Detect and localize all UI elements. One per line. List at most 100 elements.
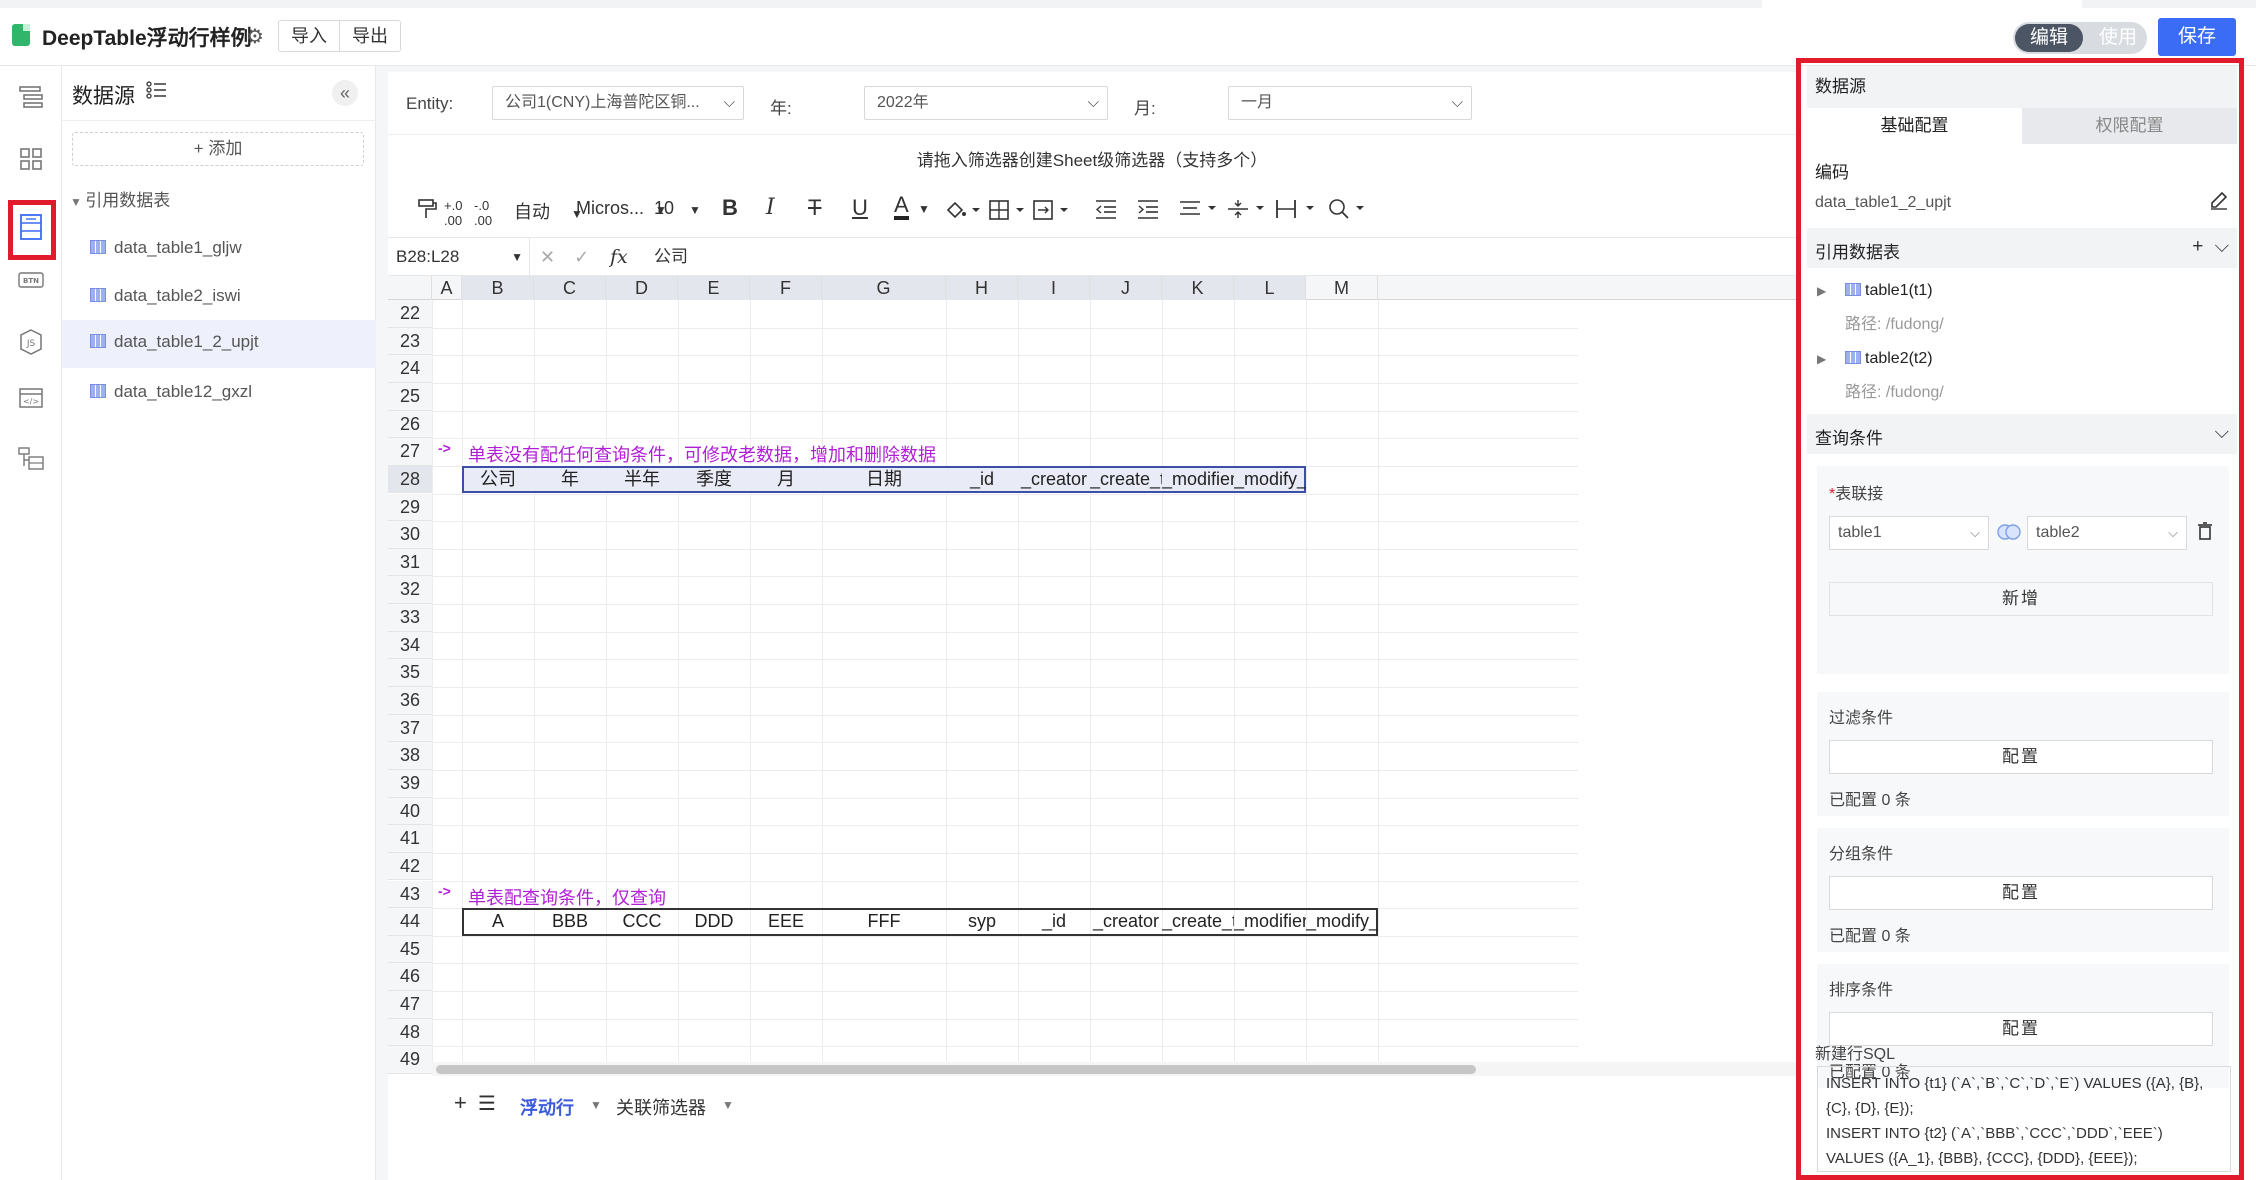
sheet-tab-linked-filter[interactable]: 关联筛选器	[616, 1094, 706, 1120]
formula-input[interactable]: 公司	[654, 238, 688, 276]
column-header[interactable]: E	[678, 276, 750, 300]
column-header[interactable]: J	[1090, 276, 1162, 300]
row-header[interactable]: 26	[388, 410, 432, 439]
column-header[interactable]: D	[606, 276, 678, 300]
add-sheet-icon[interactable]: +	[454, 1090, 467, 1116]
join-left-select[interactable]: table1 ⌵	[1829, 516, 1989, 550]
caret-down-icon[interactable]: ▼	[722, 1098, 734, 1112]
table-cell[interactable]: DDD	[678, 908, 750, 936]
code-window-icon[interactable]: </>	[14, 386, 48, 420]
row-header[interactable]: 24	[388, 355, 432, 383]
decrease-indent-icon[interactable]	[1094, 198, 1118, 225]
datasource-item[interactable]: data_table2_iswi	[62, 274, 376, 322]
table-cell[interactable]: _modifier	[1162, 466, 1234, 494]
row-header[interactable]: 29	[388, 493, 432, 522]
row-header[interactable]: 37	[388, 714, 432, 743]
datasource-item[interactable]: data_table12_gxzl	[62, 370, 376, 418]
row-header[interactable]: 30	[388, 521, 432, 549]
formula-confirm-icon[interactable]: ✓	[574, 247, 589, 267]
decrease-decimal-icon[interactable]: -.0.00	[474, 198, 492, 228]
chevron-down-icon[interactable]: ⌵	[2215, 422, 2229, 444]
components-icon[interactable]	[14, 146, 48, 180]
row-header[interactable]: 36	[388, 687, 432, 715]
row-header[interactable]: 39	[388, 769, 432, 798]
new-row-sql-editor[interactable]: INSERT INTO {t1} (`A`,`B`,`C`,`D`,`E`) V…	[1817, 1066, 2231, 1172]
table-cell[interactable]: 年	[534, 466, 606, 494]
row-header[interactable]: 44	[388, 908, 432, 936]
row-header[interactable]: 38	[388, 742, 432, 770]
table-cell[interactable]: _creator	[1090, 908, 1162, 936]
table-cell[interactable]: 月	[750, 466, 822, 494]
table-tree-icon[interactable]	[14, 446, 48, 480]
align-icon[interactable]	[1178, 198, 1222, 225]
table-cell[interactable]: _modifier	[1234, 908, 1306, 936]
datasource-item-active[interactable]: data_table1_2_upjt	[62, 320, 376, 368]
row-header[interactable]: 34	[388, 631, 432, 660]
datasource-item[interactable]: data_table1_gljw	[62, 226, 376, 274]
column-header[interactable]: H	[946, 276, 1018, 300]
table-cell[interactable]: _modify_...	[1306, 908, 1378, 936]
entity-select[interactable]: 公司1(CNY)上海普陀区铜... ⌵	[492, 86, 744, 120]
column-header[interactable]: M	[1306, 276, 1378, 300]
mode-edit[interactable]: 编辑	[2015, 24, 2083, 52]
sheet-list-icon[interactable]: ☰	[478, 1091, 496, 1116]
select-all-corner[interactable]	[388, 276, 432, 300]
caret-down-icon[interactable]: ▼	[590, 1098, 602, 1112]
table-cell[interactable]: _id	[1018, 908, 1090, 936]
row-header[interactable]: 45	[388, 935, 432, 964]
row-header[interactable]: 49	[388, 1046, 432, 1074]
group-config-button[interactable]: 配置	[1829, 876, 2213, 910]
import-button[interactable]: 导入	[279, 21, 339, 51]
table-cell[interactable]: EEE	[750, 908, 822, 936]
row-header[interactable]: 42	[388, 852, 432, 881]
formula-cancel-icon[interactable]: ✕ ✓	[540, 238, 589, 276]
italic-button[interactable]: I	[766, 195, 775, 220]
table-cell[interactable]: 日期	[822, 466, 946, 494]
js-script-icon[interactable]: JS	[14, 328, 48, 362]
column-header[interactable]: I	[1018, 276, 1090, 300]
row-header[interactable]: 47	[388, 991, 432, 1019]
row-header[interactable]: 40	[388, 797, 432, 826]
row-header[interactable]: 43	[388, 880, 432, 909]
caret-down-icon[interactable]: ▼	[918, 202, 930, 216]
font-color-button[interactable]: A	[894, 194, 909, 220]
table-cell[interactable]: _create_t...	[1162, 908, 1234, 936]
table-cell[interactable]: 季度	[678, 466, 750, 494]
add-join-button[interactable]: 新增	[1829, 582, 2213, 616]
fill-color-icon[interactable]	[944, 198, 982, 227]
search-icon[interactable]	[1328, 198, 1372, 225]
row-header[interactable]: 35	[388, 659, 432, 687]
row-header[interactable]: 22	[388, 300, 432, 328]
row-header[interactable]: 32	[388, 576, 432, 605]
row-header[interactable]: 48	[388, 1018, 432, 1047]
scrollbar-thumb[interactable]	[436, 1065, 1476, 1074]
save-button[interactable]: 保存	[2158, 18, 2236, 56]
ref-table-name[interactable]: table2(t2)	[1845, 350, 1933, 368]
ref-table-name[interactable]: table1(t1)	[1845, 282, 1933, 300]
underline-button[interactable]: U	[852, 195, 868, 221]
column-header[interactable]: G	[822, 276, 946, 300]
table-cell[interactable]: _id	[946, 466, 1018, 494]
join-right-select[interactable]: table2 ⌵	[2027, 516, 2187, 550]
row-header[interactable]: 41	[388, 825, 432, 853]
format-painter-icon[interactable]	[416, 198, 438, 225]
bold-button[interactable]: B	[722, 195, 738, 221]
row-header[interactable]: 33	[388, 604, 432, 632]
table-cell[interactable]: 半年	[606, 466, 678, 494]
delete-icon[interactable]	[2197, 522, 2213, 545]
add-ref-table-icon[interactable]: + ⌵	[2192, 236, 2229, 258]
month-select[interactable]: 一月 ⌵	[1228, 86, 1472, 120]
font-size-select[interactable]: 10 ▼	[654, 198, 701, 219]
increase-indent-icon[interactable]	[1136, 198, 1160, 225]
mode-use[interactable]: 使用	[2091, 24, 2145, 52]
ref-tables-toggle[interactable]: ▼ 引用数据表	[70, 186, 170, 211]
add-datasource-button[interactable]: + 添加	[72, 132, 364, 166]
table-cell[interactable]: A	[462, 908, 534, 936]
table-cell[interactable]: syp	[946, 908, 1018, 936]
sheet-grid[interactable]: A B C D E F G H I J K L M 22 23 24 25 26 27 28 29 30 31 32 33 34 3…	[388, 276, 1796, 1074]
edit-icon[interactable]	[2209, 190, 2229, 216]
column-header[interactable]: A	[432, 276, 462, 300]
merge-cells-icon[interactable]	[1032, 198, 1072, 227]
row-header[interactable]: 23	[388, 327, 432, 356]
chevron-down-icon[interactable]: ⌵	[2215, 236, 2229, 257]
